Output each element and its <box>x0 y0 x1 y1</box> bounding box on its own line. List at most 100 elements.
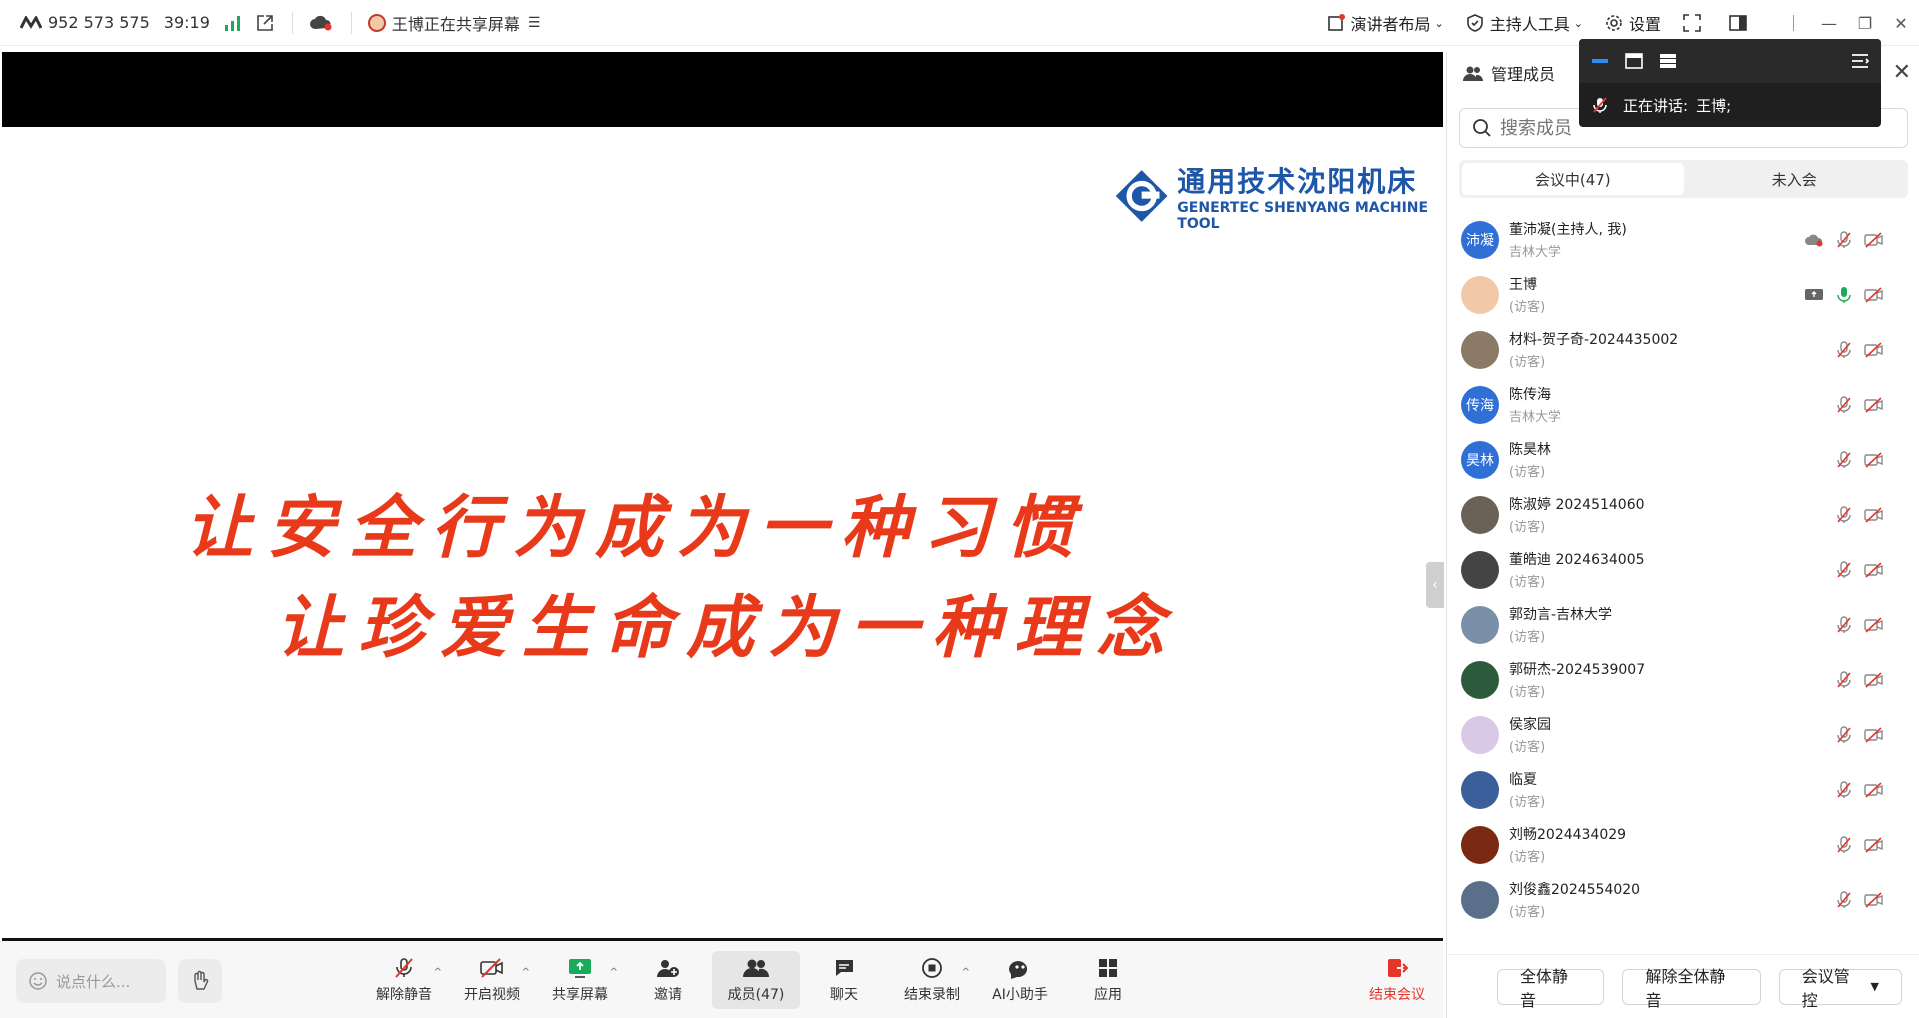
member-row[interactable]: 刘涛-2024534033 <box>1447 927 1919 936</box>
unmute-label: 解除静音 <box>376 987 432 1003</box>
member-row[interactable]: 陈淑婷 2024514060 (访客) <box>1447 487 1919 542</box>
camera-off-icon <box>480 958 503 978</box>
ai-assistant-button[interactable]: AI小助手 <box>976 951 1064 1009</box>
camera-off-icon[interactable] <box>1864 836 1884 853</box>
member-name: 陈传海 <box>1509 387 1551 403</box>
camera-off-icon[interactable] <box>1864 616 1884 633</box>
window-view-icon[interactable] <box>1625 53 1643 69</box>
menu-icon[interactable] <box>1851 53 1869 69</box>
meeting-id[interactable]: 952 573 575 <box>20 13 150 32</box>
hand-icon <box>194 970 209 990</box>
member-row[interactable]: 董皓迪 2024634005 (访客) <box>1447 542 1919 597</box>
meeting-control-button[interactable]: 会议管控 ▼ <box>1778 967 1902 1010</box>
camera-off-icon[interactable] <box>1864 396 1884 413</box>
camera-off-icon[interactable] <box>1864 561 1884 578</box>
cloud-record-icon <box>1804 232 1824 248</box>
signal-icon[interactable] <box>224 15 242 31</box>
fullscreen-icon[interactable] <box>1683 14 1707 32</box>
cloud-record-icon[interactable] <box>309 14 333 32</box>
members-button[interactable]: 成员(47) <box>712 951 800 1009</box>
settings-label: 设置 <box>1628 15 1661 34</box>
camera-off-icon[interactable] <box>1864 671 1884 688</box>
member-list: 沛凝 董沛凝(主持人, 我) 吉林大学 王博 (访客) 材料-贺子奇-2024435002… <box>1447 212 1919 936</box>
panel-footer: 全体静音 解除全体静音 会议管控 ▼ <box>1447 954 1919 1018</box>
invite-button[interactable]: 邀请 <box>624 951 712 1009</box>
close-panel-icon[interactable]: ✕ <box>1893 60 1911 85</box>
member-row[interactable]: 沛凝 董沛凝(主持人, 我) 吉林大学 <box>1447 212 1919 267</box>
list-view-icon[interactable] <box>1659 53 1677 69</box>
member-row[interactable]: 刘俊鑫2024554020 (访客) <box>1447 872 1919 927</box>
mic-on-icon[interactable] <box>1836 286 1852 304</box>
mic-off-icon[interactable] <box>1836 890 1852 909</box>
member-row[interactable]: 郭劲言-吉林大学 (访客) <box>1447 597 1919 652</box>
mic-off-icon[interactable] <box>1836 560 1852 579</box>
chevron-up-icon[interactable]: ^ <box>610 967 618 978</box>
raise-hand-button[interactable] <box>178 959 222 1003</box>
member-row[interactable]: 侯家园 (访客) <box>1447 707 1919 762</box>
host-tools-button[interactable]: 主持人工具 ⌄ <box>1466 11 1583 35</box>
quick-chat-input[interactable]: 说点什么... <box>16 959 166 1003</box>
chat-button[interactable]: 聊天 <box>800 951 888 1009</box>
widget-controls <box>1579 39 1881 83</box>
camera-off-icon[interactable] <box>1864 231 1884 248</box>
chevron-up-icon[interactable]: ^ <box>434 967 442 978</box>
tab-not-joined[interactable]: 未入会 <box>1684 163 1906 195</box>
mic-off-icon[interactable] <box>1836 340 1852 359</box>
chat-icon <box>835 960 853 976</box>
apps-button[interactable]: 应用 <box>1064 951 1152 1009</box>
mic-off-icon[interactable] <box>1836 615 1852 634</box>
member-row[interactable]: 临夏 (访客) <box>1447 762 1919 817</box>
start-video-button[interactable]: 开启视频 ^ <box>448 951 536 1009</box>
caret-down-icon: ▼ <box>1870 980 1879 993</box>
chat-label: 聊天 <box>830 987 858 1003</box>
tab-in-meeting[interactable]: 会议中(47) <box>1462 163 1684 195</box>
member-row[interactable]: 材料-贺子奇-2024435002 (访客) <box>1447 322 1919 377</box>
sharing-status[interactable]: 王博正在共享屏幕 ☰ <box>367 11 541 35</box>
camera-off-icon[interactable] <box>1864 341 1884 358</box>
share-screen-button[interactable]: 共享屏幕 ^ <box>536 951 624 1009</box>
member-row[interactable]: 王博 (访客) <box>1447 267 1919 322</box>
member-row[interactable]: 昊林 陈昊林 (访客) <box>1447 432 1919 487</box>
camera-off-icon[interactable] <box>1864 891 1884 908</box>
collapse-panel-handle[interactable]: ‹ <box>1426 562 1444 608</box>
member-name: 董皓迪 2024634005 <box>1509 552 1645 568</box>
mic-off-icon[interactable] <box>1836 725 1852 744</box>
camera-off-icon[interactable] <box>1864 506 1884 523</box>
member-row[interactable]: 刘畅2024434029 (访客) <box>1447 817 1919 872</box>
invite-label: 邀请 <box>654 987 682 1003</box>
mute-all-button[interactable]: 全体静音 <box>1497 967 1605 1010</box>
speaking-indicator-widget[interactable]: 正在讲话: 王博; <box>1579 39 1881 127</box>
unmute-all-button[interactable]: 解除全体静音 <box>1622 967 1761 1010</box>
member-row[interactable]: 郭研杰-2024539007 (访客) <box>1447 652 1919 707</box>
settings-button[interactable]: 设置 <box>1605 11 1661 35</box>
camera-off-icon[interactable] <box>1864 286 1884 303</box>
end-meeting-button[interactable]: 结束会议 <box>1362 951 1432 1009</box>
mic-off-icon[interactable] <box>1836 450 1852 469</box>
chevron-up-icon[interactable]: ^ <box>522 967 530 978</box>
presenter-layout-button[interactable]: 演讲者布局 ⌄ <box>1327 11 1444 35</box>
mic-off-icon[interactable] <box>1836 670 1852 689</box>
close-icon[interactable]: ✕ <box>1883 0 1919 46</box>
unmute-button[interactable]: 解除静音 ^ <box>360 951 448 1009</box>
camera-off-icon[interactable] <box>1864 451 1884 468</box>
mic-off-icon[interactable] <box>1836 395 1852 414</box>
member-affiliation: (访客) <box>1509 300 1546 315</box>
ai-assistant-label: AI小助手 <box>992 987 1048 1003</box>
sidebar-toggle-icon[interactable] <box>1729 14 1753 32</box>
camera-off-icon[interactable] <box>1864 726 1884 743</box>
member-row[interactable]: 传海 陈传海 吉林大学 <box>1447 377 1919 432</box>
mic-off-icon[interactable] <box>1836 780 1852 799</box>
mic-off-icon[interactable] <box>1836 835 1852 854</box>
member-name: 刘俊鑫2024554020 <box>1509 882 1641 898</box>
logo-chinese-text: 通用技术沈阳机床 <box>1177 165 1418 198</box>
minimize-widget-icon[interactable] <box>1591 54 1609 68</box>
camera-off-icon[interactable] <box>1864 781 1884 798</box>
mic-off-icon[interactable] <box>1836 505 1852 524</box>
panel-title: 管理成员 <box>1491 65 1556 84</box>
list-icon: ☰ <box>527 14 541 31</box>
stop-recording-button[interactable]: 结束录制 ^ <box>888 951 976 1009</box>
popout-icon[interactable] <box>256 14 274 32</box>
mic-speaking-icon <box>1593 97 1607 113</box>
mic-off-icon[interactable] <box>1836 230 1852 249</box>
chevron-up-icon[interactable]: ^ <box>962 967 970 978</box>
